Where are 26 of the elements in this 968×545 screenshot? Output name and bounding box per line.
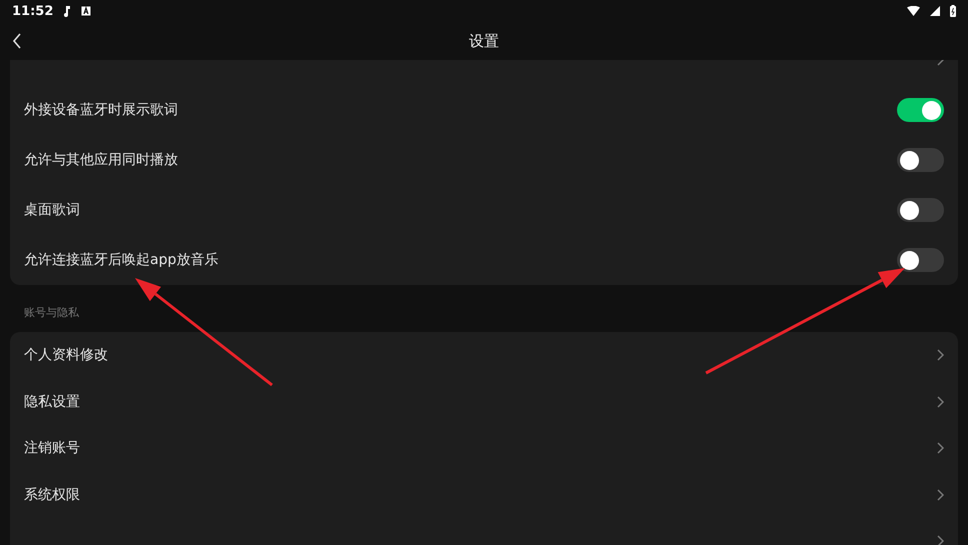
signal-icon (930, 6, 940, 16)
setting-label[interactable]: 桌面歌词 (24, 201, 887, 219)
setting-label[interactable]: 允许连接蓝牙后唤起app放音乐 (24, 251, 887, 269)
wifi-icon (907, 6, 920, 16)
chevron-icon (936, 442, 944, 454)
toggle-switch[interactable] (897, 198, 944, 222)
toggle-switch[interactable] (897, 148, 944, 172)
status-time: 11:52 (12, 4, 54, 18)
setting-label[interactable]: 注销账号 (24, 439, 926, 458)
notification-icon (81, 6, 92, 16)
setting-label[interactable]: 个人资料修改 (24, 346, 926, 364)
setting-label[interactable]: 允许与其他应用同时播放 (24, 151, 887, 169)
chevron-icon (936, 349, 944, 362)
section-title: 账号与隐私 (23, 305, 80, 321)
music-note-icon (63, 6, 72, 16)
setting-label[interactable]: 系统权限 (24, 486, 926, 504)
toggle-switch[interactable] (897, 248, 944, 272)
back-icon[interactable] (12, 33, 22, 49)
chevron-icon (936, 535, 944, 545)
setting-label[interactable]: 隐私设置 (24, 392, 926, 411)
chevron-icon (936, 396, 944, 408)
battery-icon (950, 5, 956, 17)
toggle-switch[interactable] (897, 98, 944, 122)
setting-label[interactable]: 外接设备蓝牙时展示歌词 (24, 101, 887, 119)
page-title: 设置 (469, 32, 499, 50)
chevron-icon (936, 488, 944, 501)
